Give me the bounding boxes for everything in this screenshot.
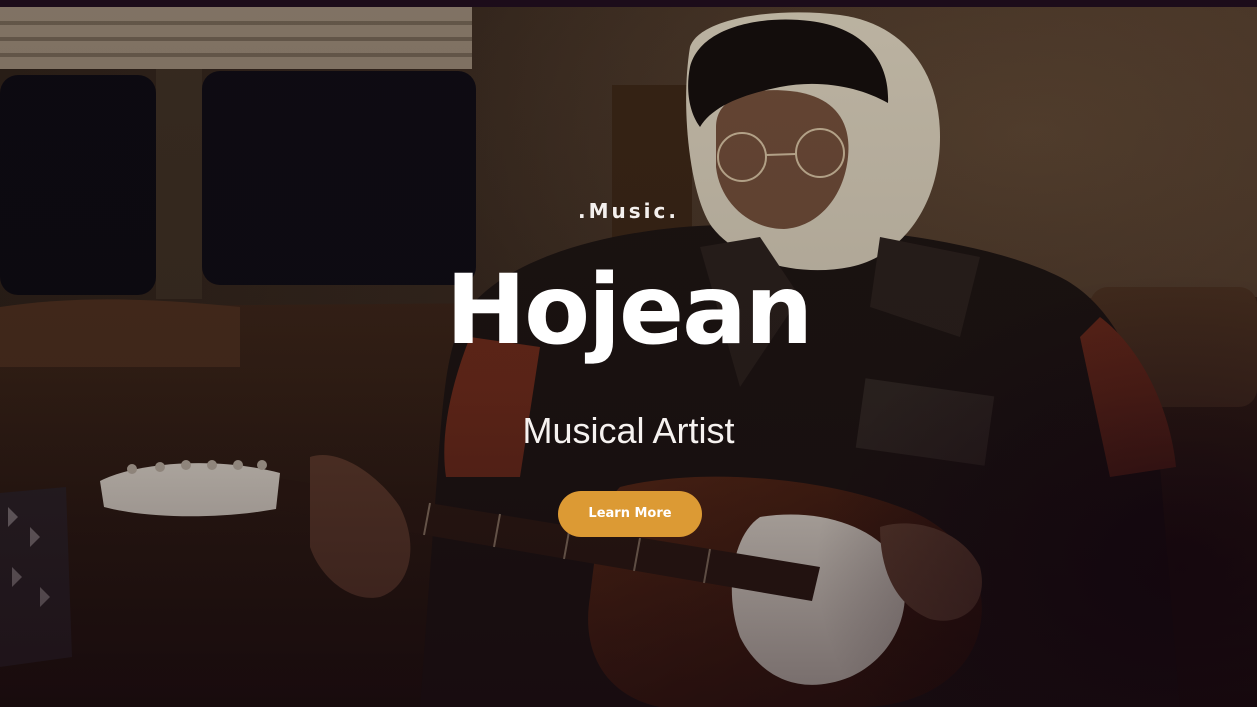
hero-section: .Music. Hojean Musical Artist Learn More: [0, 7, 1257, 707]
hero-eyebrow: .Music.: [578, 199, 679, 223]
top-bar: [0, 0, 1257, 7]
hero-title: Hojean: [445, 254, 813, 366]
learn-more-button[interactable]: Learn More: [558, 491, 702, 537]
hero-subtitle: Musical Artist: [522, 410, 735, 451]
hero-content: .Music. Hojean Musical Artist Learn More: [0, 7, 1257, 707]
